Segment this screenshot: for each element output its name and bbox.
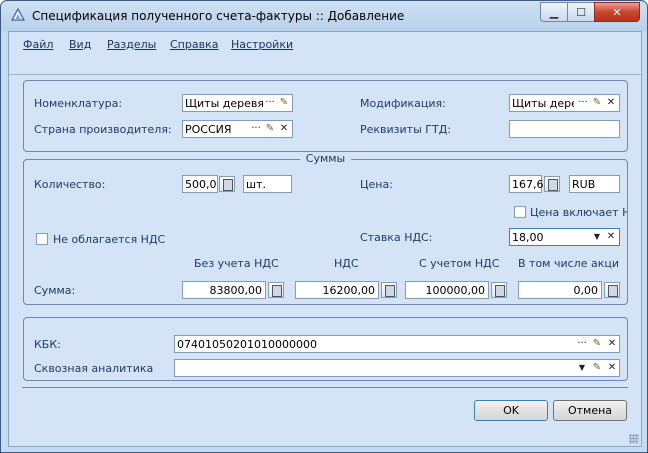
menu-bar: Файл Вид Разделы Справка Настройки	[9, 32, 641, 56]
unit-field[interactable]: шт.	[243, 175, 292, 193]
edit-icon[interactable]: ✎	[263, 122, 277, 136]
sum-with-vat-field[interactable]: 100000,00	[405, 281, 489, 299]
quantity-value: 500,0	[185, 178, 217, 191]
currency-field[interactable]: RUB	[569, 175, 620, 193]
col-header-with-vat: С учетом НДС	[419, 257, 500, 270]
kbk-value: 07401050201010000000	[177, 338, 317, 351]
menu-file[interactable]: Файл	[23, 38, 53, 51]
minimize-button[interactable]: ▁	[540, 2, 568, 22]
modification-label: Модификация:	[360, 97, 446, 110]
edit-icon[interactable]: ✎	[590, 96, 604, 110]
chevron-down-icon[interactable]: ▼	[590, 230, 604, 244]
country-label: Страна производителя:	[34, 123, 172, 136]
title-bar[interactable]: Спецификация полученного счета-фактуры :…	[1, 1, 647, 31]
unit-value: шт.	[246, 178, 266, 191]
nomenclature-label: Номенклатура:	[34, 97, 123, 110]
sum-excise-value: 0,00	[573, 284, 599, 297]
col-header-vat: НДС	[334, 257, 359, 270]
currency-value: RUB	[572, 178, 596, 191]
ellipsis-icon[interactable]: ···	[263, 96, 277, 110]
bottom-separator	[22, 387, 628, 388]
clear-icon[interactable]: ✕	[605, 361, 619, 375]
no-vat-checkbox[interactable]	[36, 233, 48, 245]
menu-settings[interactable]: Настройки	[231, 38, 293, 51]
vat-rate-select[interactable]: 18,00 ▼ ✕	[509, 228, 620, 246]
chevron-down-icon[interactable]: ▼	[575, 361, 589, 375]
sum-without-vat-value: 83800,00	[209, 284, 263, 297]
gtd-label: Реквизиты ГТД:	[360, 123, 451, 136]
edit-icon[interactable]: ✎	[277, 96, 291, 110]
sum-vat-field[interactable]: 16200,00	[295, 281, 379, 299]
country-field[interactable]: РОССИЯ ··· ✎ ✕	[182, 120, 293, 138]
country-value: РОССИЯ	[185, 123, 232, 136]
price-includes-vat-checkbox[interactable]	[514, 206, 526, 218]
col-header-excise: В том числе акциз	[518, 257, 619, 270]
ok-button[interactable]: OK	[474, 400, 548, 421]
no-vat-label: Не облагается НДС	[53, 233, 166, 246]
gtd-field[interactable]	[509, 120, 620, 138]
sum-vat-value: 16200,00	[322, 284, 376, 297]
through-analytics-label: Сквозная аналитика	[34, 362, 154, 375]
sums-group: Суммы Количество: 500,0 шт. Цена: 167,6 …	[23, 152, 628, 305]
product-group: Номенклатура: Щиты деревя ··· ✎ Страна п…	[23, 80, 628, 152]
ellipsis-icon[interactable]: ···	[575, 337, 589, 351]
sum-label: Сумма:	[34, 284, 76, 297]
price-value: 167,6	[512, 178, 544, 191]
clear-icon[interactable]: ✕	[604, 96, 618, 110]
kbk-label: КБК:	[34, 338, 61, 351]
clear-icon[interactable]: ✕	[605, 337, 619, 351]
app-icon	[10, 7, 26, 21]
calculator-icon[interactable]	[381, 282, 397, 298]
calculator-icon[interactable]	[219, 176, 235, 192]
vat-rate-value: 18,00	[512, 231, 544, 244]
sum-excise-field[interactable]: 0,00	[518, 281, 602, 299]
menu-view[interactable]: Вид	[69, 38, 91, 51]
modification-value: Щиты дерев	[512, 97, 574, 110]
quantity-field[interactable]: 500,0	[182, 175, 218, 193]
close-button[interactable]: ✕	[594, 2, 640, 22]
edit-icon[interactable]: ✎	[590, 361, 604, 375]
clear-icon[interactable]: ✕	[277, 122, 291, 136]
modification-field[interactable]: Щиты дерев ··· ✎ ✕	[509, 94, 620, 112]
col-header-without-vat: Без учета НДС	[194, 257, 279, 270]
sum-with-vat-value: 100000,00	[425, 284, 486, 297]
menu-sections[interactable]: Разделы	[107, 38, 156, 51]
calculator-icon[interactable]	[544, 176, 560, 192]
analytics-group: КБК: 07401050201010000000 ··· ✎ ✕ Сквозн…	[23, 317, 628, 381]
clear-icon[interactable]: ✕	[604, 230, 618, 244]
menu-help[interactable]: Справка	[170, 38, 218, 51]
resize-grip[interactable]	[629, 434, 639, 444]
price-includes-vat-label: Цена включает Н	[530, 206, 627, 219]
ellipsis-icon[interactable]: ···	[249, 122, 263, 136]
dialog-window: Спецификация полученного счета-фактуры :…	[0, 0, 648, 453]
cancel-button[interactable]: Отмена	[553, 400, 627, 421]
sum-without-vat-field[interactable]: 83800,00	[182, 281, 266, 299]
sums-group-title: Суммы	[299, 152, 352, 165]
calculator-icon[interactable]	[268, 282, 284, 298]
menu-separator	[9, 74, 641, 75]
dialog-client: Файл Вид Разделы Справка Настройки Номен…	[8, 31, 642, 447]
window-title: Спецификация полученного счета-фактуры :…	[32, 9, 405, 23]
price-field[interactable]: 167,6	[509, 175, 544, 193]
nomenclature-value: Щиты деревя	[185, 97, 263, 110]
calculator-icon[interactable]	[604, 282, 620, 298]
calculator-icon[interactable]	[491, 282, 507, 298]
ellipsis-icon[interactable]: ···	[576, 96, 590, 110]
through-analytics-field[interactable]: ▼ ✎ ✕	[174, 359, 620, 377]
maximize-button[interactable]: ☐	[567, 2, 595, 22]
quantity-label: Количество:	[34, 178, 106, 191]
vat-rate-label: Ставка НДС:	[360, 231, 433, 244]
price-label: Цена:	[360, 178, 393, 191]
kbk-field[interactable]: 07401050201010000000 ··· ✎ ✕	[174, 335, 620, 353]
nomenclature-field[interactable]: Щиты деревя ··· ✎	[182, 94, 293, 112]
edit-icon[interactable]: ✎	[590, 337, 604, 351]
